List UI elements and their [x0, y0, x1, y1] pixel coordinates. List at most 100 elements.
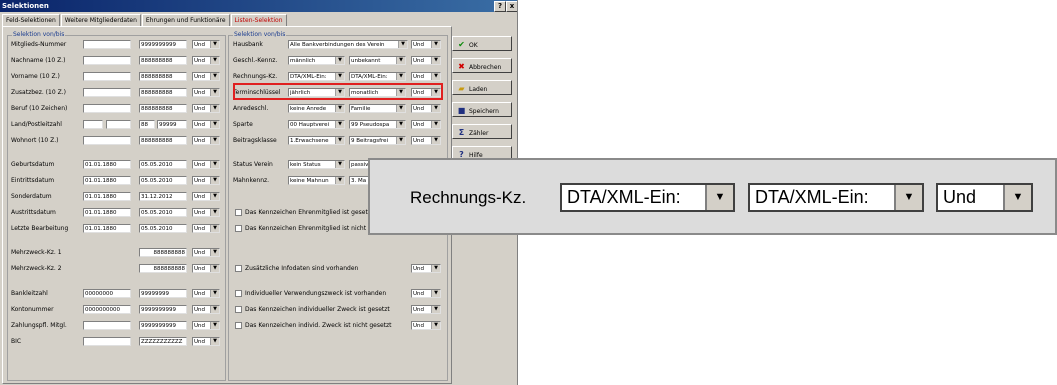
value-from-combo[interactable]: 00 Hauptverei ▼: [288, 120, 345, 129]
dropdown-arrow-icon[interactable]: ▼: [431, 306, 440, 313]
close-title-button[interactable]: x: [506, 1, 517, 12]
dropdown-arrow-icon[interactable]: ▼: [210, 177, 219, 184]
value-from-combo[interactable]: keine Mahnun ▼: [288, 176, 345, 185]
operator-combo[interactable]: Und ▼: [192, 208, 220, 217]
value-from-combo[interactable]: kein Status ▼: [288, 160, 345, 169]
value-to-input[interactable]: 05.05.2010: [139, 176, 187, 185]
value-from-input[interactable]: 01.01.1880: [83, 176, 131, 185]
bank-combo[interactable]: Alle Bankverbindungen des Verein ▼: [288, 40, 408, 49]
dropdown-arrow-icon[interactable]: ▼: [210, 322, 219, 329]
value-from-input[interactable]: [83, 72, 131, 81]
tab-list-selection[interactable]: Listen-Selektion: [230, 14, 287, 26]
dropdown-arrow-icon[interactable]: ▼: [210, 193, 219, 200]
operator-combo[interactable]: Und ▼: [411, 321, 441, 330]
operator-combo[interactable]: Und ▼: [192, 289, 220, 298]
dropdown-arrow-icon[interactable]: ▼: [210, 225, 219, 232]
operator-combo[interactable]: Und ▼: [411, 136, 441, 145]
checkbox[interactable]: [235, 290, 242, 297]
checkbox[interactable]: [235, 225, 242, 232]
operator-combo[interactable]: Und ▼: [192, 176, 220, 185]
dropdown-arrow-icon[interactable]: ▼: [705, 185, 733, 210]
dropdown-arrow-icon[interactable]: ▼: [431, 57, 440, 64]
operator-combo[interactable]: Und ▼: [192, 248, 220, 257]
value-to-input[interactable]: 9999999999: [139, 321, 187, 330]
value-from-input[interactable]: [83, 136, 131, 145]
dropdown-arrow-icon[interactable]: ▼: [431, 73, 440, 80]
operator-combo[interactable]: Und ▼: [411, 40, 441, 49]
value-to-input[interactable]: 888888888: [139, 104, 187, 113]
value-from-input[interactable]: [83, 321, 131, 330]
dropdown-arrow-icon[interactable]: ▼: [210, 306, 219, 313]
value-from-combo[interactable]: männlich ▼: [288, 56, 345, 65]
value-from-combo[interactable]: 1.Erwachsene ▼: [288, 136, 345, 145]
operator-combo[interactable]: Und ▼: [192, 72, 220, 81]
dropdown-arrow-icon[interactable]: ▼: [431, 121, 440, 128]
value-to-input[interactable]: 888888888: [139, 136, 187, 145]
dropdown-arrow-icon[interactable]: ▼: [335, 57, 344, 64]
value-to-input[interactable]: 888888888: [139, 264, 187, 273]
dropdown-arrow-icon[interactable]: ▼: [396, 121, 405, 128]
dropdown-arrow-icon[interactable]: ▼: [335, 161, 344, 168]
tab-more-member-data[interactable]: Weitere Mitgliederdaten: [60, 14, 141, 26]
value-from-input[interactable]: 01.01.1880: [83, 208, 131, 217]
value-to-combo[interactable]: DTA/XML-Ein: ▼: [349, 72, 406, 81]
dropdown-arrow-icon[interactable]: ▼: [431, 137, 440, 144]
operator-combo[interactable]: Und ▼: [192, 88, 220, 97]
country-to-input[interactable]: 88: [139, 120, 155, 129]
operator-combo[interactable]: Und ▼: [192, 160, 220, 169]
dropdown-arrow-icon[interactable]: ▼: [210, 249, 219, 256]
operator-combo[interactable]: Und ▼: [192, 120, 220, 129]
dropdown-arrow-icon[interactable]: ▼: [335, 137, 344, 144]
dropdown-arrow-icon[interactable]: ▼: [1003, 185, 1031, 210]
dropdown-arrow-icon[interactable]: ▼: [431, 290, 440, 297]
checkbox[interactable]: [235, 322, 242, 329]
checkbox[interactable]: [235, 306, 242, 313]
operator-combo[interactable]: Und ▼: [192, 136, 220, 145]
value-to-input[interactable]: 05.05.2010: [139, 160, 187, 169]
operator-combo[interactable]: Und ▼: [192, 264, 220, 273]
dropdown-arrow-icon[interactable]: ▼: [210, 57, 219, 64]
value-from-input[interactable]: [83, 56, 131, 65]
value-to-input[interactable]: 9999999999: [139, 40, 187, 49]
dropdown-arrow-icon[interactable]: ▼: [396, 57, 405, 64]
load-button[interactable]: ▰ Laden: [452, 80, 512, 95]
dropdown-arrow-icon[interactable]: ▼: [398, 41, 407, 48]
value-from-input[interactable]: 01.01.1880: [83, 160, 131, 169]
value-from-input[interactable]: [83, 40, 131, 49]
operator-combo[interactable]: Und ▼: [411, 264, 441, 273]
value-to-combo[interactable]: Familie ▼: [349, 104, 406, 113]
checkbox[interactable]: [235, 265, 242, 272]
value-to-combo[interactable]: 9 Beitragsfrei ▼: [349, 136, 406, 145]
zoom-to-combo[interactable]: DTA/XML-Ein: ▼: [748, 183, 924, 212]
save-button[interactable]: ■ Speichern: [452, 102, 512, 117]
dropdown-arrow-icon[interactable]: ▼: [335, 73, 344, 80]
value-to-input[interactable]: ZZZZZZZZZZZ: [139, 337, 187, 346]
value-to-input[interactable]: 888888888: [139, 56, 187, 65]
value-to-input[interactable]: 9999999999: [139, 305, 187, 314]
dropdown-arrow-icon[interactable]: ▼: [431, 265, 440, 272]
country-from-input[interactable]: [83, 120, 103, 129]
count-button[interactable]: Σ Zähler: [452, 124, 512, 139]
value-to-input[interactable]: 888888888: [139, 248, 187, 257]
operator-combo[interactable]: Und ▼: [192, 337, 220, 346]
value-to-combo[interactable]: 99 Pseudospa ▼: [349, 120, 406, 129]
operator-combo[interactable]: Und ▼: [411, 289, 441, 298]
value-to-input[interactable]: 888888888: [139, 88, 187, 97]
zip-to-input[interactable]: 99999: [157, 120, 187, 129]
value-from-input[interactable]: 01.01.1880: [83, 224, 131, 233]
value-from-input[interactable]: [83, 88, 131, 97]
operator-combo[interactable]: Und ▼: [411, 72, 441, 81]
checkbox[interactable]: [235, 209, 242, 216]
help-title-button[interactable]: ?: [494, 1, 506, 12]
operator-combo[interactable]: Und ▼: [411, 104, 441, 113]
dropdown-arrow-icon[interactable]: ▼: [431, 41, 440, 48]
value-from-combo[interactable]: DTA/XML-Ein: ▼: [288, 72, 345, 81]
value-from-input[interactable]: [83, 104, 131, 113]
operator-combo[interactable]: Und ▼: [411, 56, 441, 65]
dropdown-arrow-icon[interactable]: ▼: [335, 121, 344, 128]
dropdown-arrow-icon[interactable]: ▼: [894, 185, 922, 210]
value-from-input[interactable]: [83, 337, 131, 346]
dropdown-arrow-icon[interactable]: ▼: [210, 209, 219, 216]
dropdown-arrow-icon[interactable]: ▼: [396, 137, 405, 144]
value-to-input[interactable]: 888888888: [139, 72, 187, 81]
